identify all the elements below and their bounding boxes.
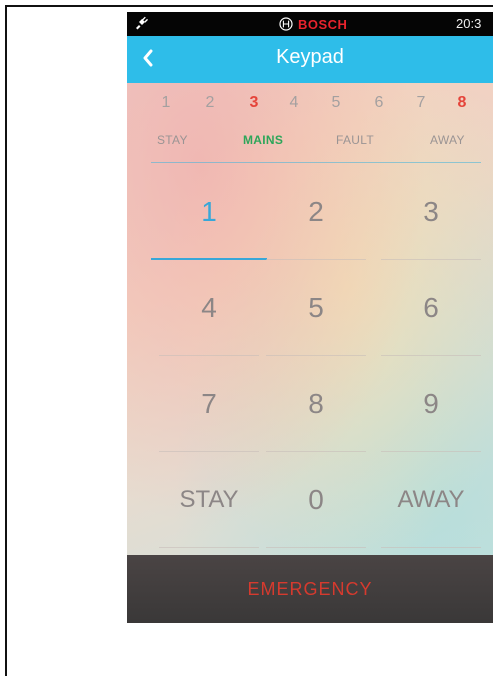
phone-screen: BOSCH 20:3 Keypad 1 2 3 4 5 6 7 8 STAY M… (127, 12, 493, 623)
status-indicators: STAY MAINS FAULT AWAY (127, 133, 493, 151)
key-stay[interactable]: STAY (151, 452, 267, 548)
zone-indicator: 7 (416, 94, 426, 111)
key-4[interactable]: 4 (151, 260, 267, 356)
nav-bar: Keypad (127, 36, 493, 83)
zone-indicator: 1 (161, 94, 171, 111)
key-1[interactable]: 1 (151, 164, 267, 260)
status-stay: STAY (157, 133, 188, 147)
key-3[interactable]: 3 (373, 164, 489, 260)
zone-indicator: 5 (331, 94, 341, 111)
left-border-line (5, 5, 7, 676)
plug-icon (136, 16, 149, 30)
key-2[interactable]: 2 (258, 164, 374, 260)
zone-indicator-alert: 8 (457, 94, 467, 111)
key-7[interactable]: 7 (151, 356, 267, 452)
key-underline (266, 547, 366, 548)
key-label: 1 (201, 196, 217, 227)
key-label: 0 (308, 484, 324, 515)
status-fault: FAULT (336, 133, 374, 147)
bosch-logo-icon (279, 17, 293, 31)
key-8[interactable]: 8 (258, 356, 374, 452)
page-title: Keypad (276, 46, 344, 68)
key-label: 9 (423, 388, 439, 419)
key-9[interactable]: 9 (373, 356, 489, 452)
key-underline (159, 547, 259, 548)
key-away[interactable]: AWAY (373, 452, 489, 548)
key-label: 5 (308, 292, 324, 323)
zone-indicator: 6 (374, 94, 384, 111)
key-underline (381, 547, 481, 548)
key-5[interactable]: 5 (258, 260, 374, 356)
status-divider (151, 162, 481, 163)
key-label: AWAY (397, 486, 465, 513)
key-6[interactable]: 6 (373, 260, 489, 356)
status-bar: BOSCH 20:3 (127, 12, 493, 36)
key-label: 2 (308, 196, 324, 227)
key-label: 6 (423, 292, 439, 323)
zone-indicator: 2 (205, 94, 215, 111)
key-label: 8 (308, 388, 324, 419)
top-border-line (5, 5, 493, 7)
status-mains: MAINS (243, 133, 284, 147)
key-label: 7 (201, 388, 217, 419)
zone-indicators: 1 2 3 4 5 6 7 8 (127, 94, 493, 116)
brand-name: BOSCH (298, 16, 348, 32)
key-0[interactable]: 0 (258, 452, 374, 548)
zone-indicator-alert: 3 (249, 94, 259, 111)
zone-indicator: 4 (289, 94, 299, 111)
key-label: STAY (179, 486, 239, 513)
brand: BOSCH (279, 15, 347, 33)
emergency-button[interactable]: EMERGENCY (127, 555, 493, 623)
emergency-label: EMERGENCY (247, 578, 373, 599)
clock: 20:3 (456, 16, 482, 31)
status-away: AWAY (430, 133, 465, 147)
key-label: 4 (201, 292, 217, 323)
key-label: 3 (423, 196, 439, 227)
